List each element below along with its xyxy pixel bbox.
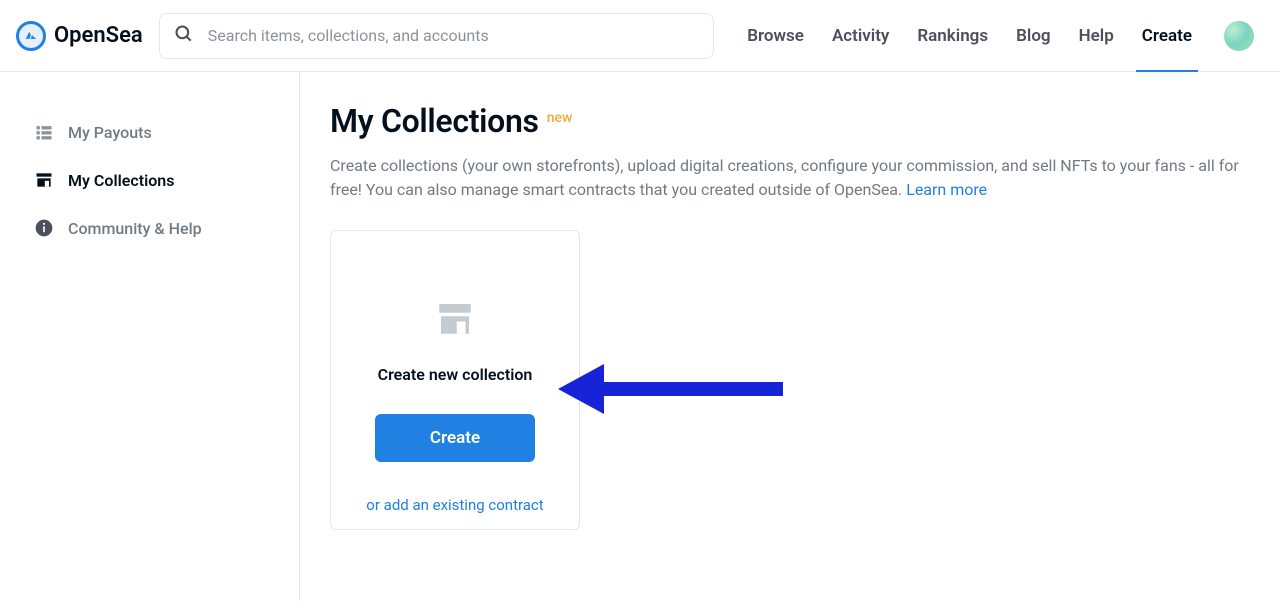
- brand-name: OpenSea: [54, 23, 143, 48]
- sidebar-item-payouts[interactable]: My Payouts: [0, 108, 299, 156]
- nav-rankings[interactable]: Rankings: [903, 0, 1002, 71]
- create-collection-card: Create new collection Create or add an e…: [330, 230, 580, 530]
- sidebar-item-label: My Payouts: [68, 123, 152, 142]
- page-title: My Collections: [330, 102, 539, 140]
- nav-create[interactable]: Create: [1128, 0, 1206, 71]
- storefront-icon: [434, 297, 476, 343]
- list-icon: [34, 122, 54, 142]
- search-icon: [174, 24, 194, 48]
- avatar[interactable]: [1224, 21, 1254, 51]
- opensea-logo-icon: [16, 21, 46, 51]
- sidebar-item-collections[interactable]: My Collections: [0, 156, 299, 204]
- sidebar: My Payouts My Collections Community &: [0, 72, 300, 601]
- nav-browse[interactable]: Browse: [733, 0, 818, 71]
- nav-blog[interactable]: Blog: [1002, 0, 1065, 71]
- main-content: My Collections new Create collections (y…: [300, 72, 1280, 601]
- search-box[interactable]: [159, 13, 714, 59]
- header: OpenSea Browse Activity Rankings Blog He…: [0, 0, 1280, 72]
- info-icon: [34, 218, 54, 238]
- nav-activity[interactable]: Activity: [818, 0, 903, 71]
- top-nav: Browse Activity Rankings Blog Help Creat…: [733, 0, 1264, 71]
- page-description-text: Create collections (your own storefronts…: [330, 156, 1239, 199]
- page-title-row: My Collections new: [330, 102, 1250, 140]
- storefront-icon: [34, 170, 54, 190]
- sidebar-item-label: Community & Help: [68, 219, 202, 238]
- new-badge: new: [547, 110, 573, 126]
- sidebar-item-community[interactable]: Community & Help: [0, 204, 299, 252]
- logo[interactable]: OpenSea: [16, 21, 143, 51]
- search-input[interactable]: [208, 26, 699, 45]
- body: My Payouts My Collections Community &: [0, 72, 1280, 601]
- card-title: Create new collection: [378, 365, 533, 384]
- nav-help[interactable]: Help: [1065, 0, 1128, 71]
- sidebar-item-label: My Collections: [68, 171, 174, 190]
- add-existing-contract-link[interactable]: or add an existing contract: [366, 496, 543, 514]
- learn-more-link[interactable]: Learn more: [906, 180, 987, 199]
- create-button[interactable]: Create: [375, 414, 535, 462]
- page-description: Create collections (your own storefronts…: [330, 154, 1240, 202]
